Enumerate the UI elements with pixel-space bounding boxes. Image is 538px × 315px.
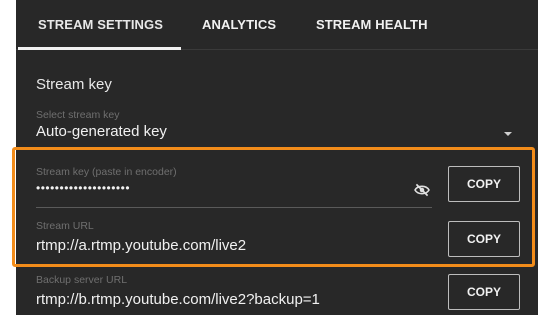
tab-stream-settings[interactable]: STREAM SETTINGS — [38, 17, 163, 50]
chevron-down-icon[interactable] — [504, 132, 512, 136]
select-stream-key-label: Select stream key — [36, 109, 120, 121]
tab-stream-health[interactable]: STREAM HEALTH — [316, 17, 428, 50]
section-title: Stream key — [36, 76, 112, 93]
active-tab-indicator — [18, 47, 181, 50]
highlight-box — [12, 147, 535, 267]
backup-url-label: Backup server URL — [36, 274, 128, 286]
backup-url-input[interactable]: rtmp://b.rtmp.youtube.com/live2?backup=1 — [36, 291, 320, 308]
select-stream-key-dropdown[interactable]: Auto-generated key — [36, 123, 167, 140]
tab-analytics[interactable]: ANALYTICS — [202, 17, 276, 50]
tab-bar: STREAM SETTINGS ANALYTICS STREAM HEALTH — [16, 0, 538, 50]
copy-backup-url-button[interactable]: COPY — [448, 274, 520, 310]
